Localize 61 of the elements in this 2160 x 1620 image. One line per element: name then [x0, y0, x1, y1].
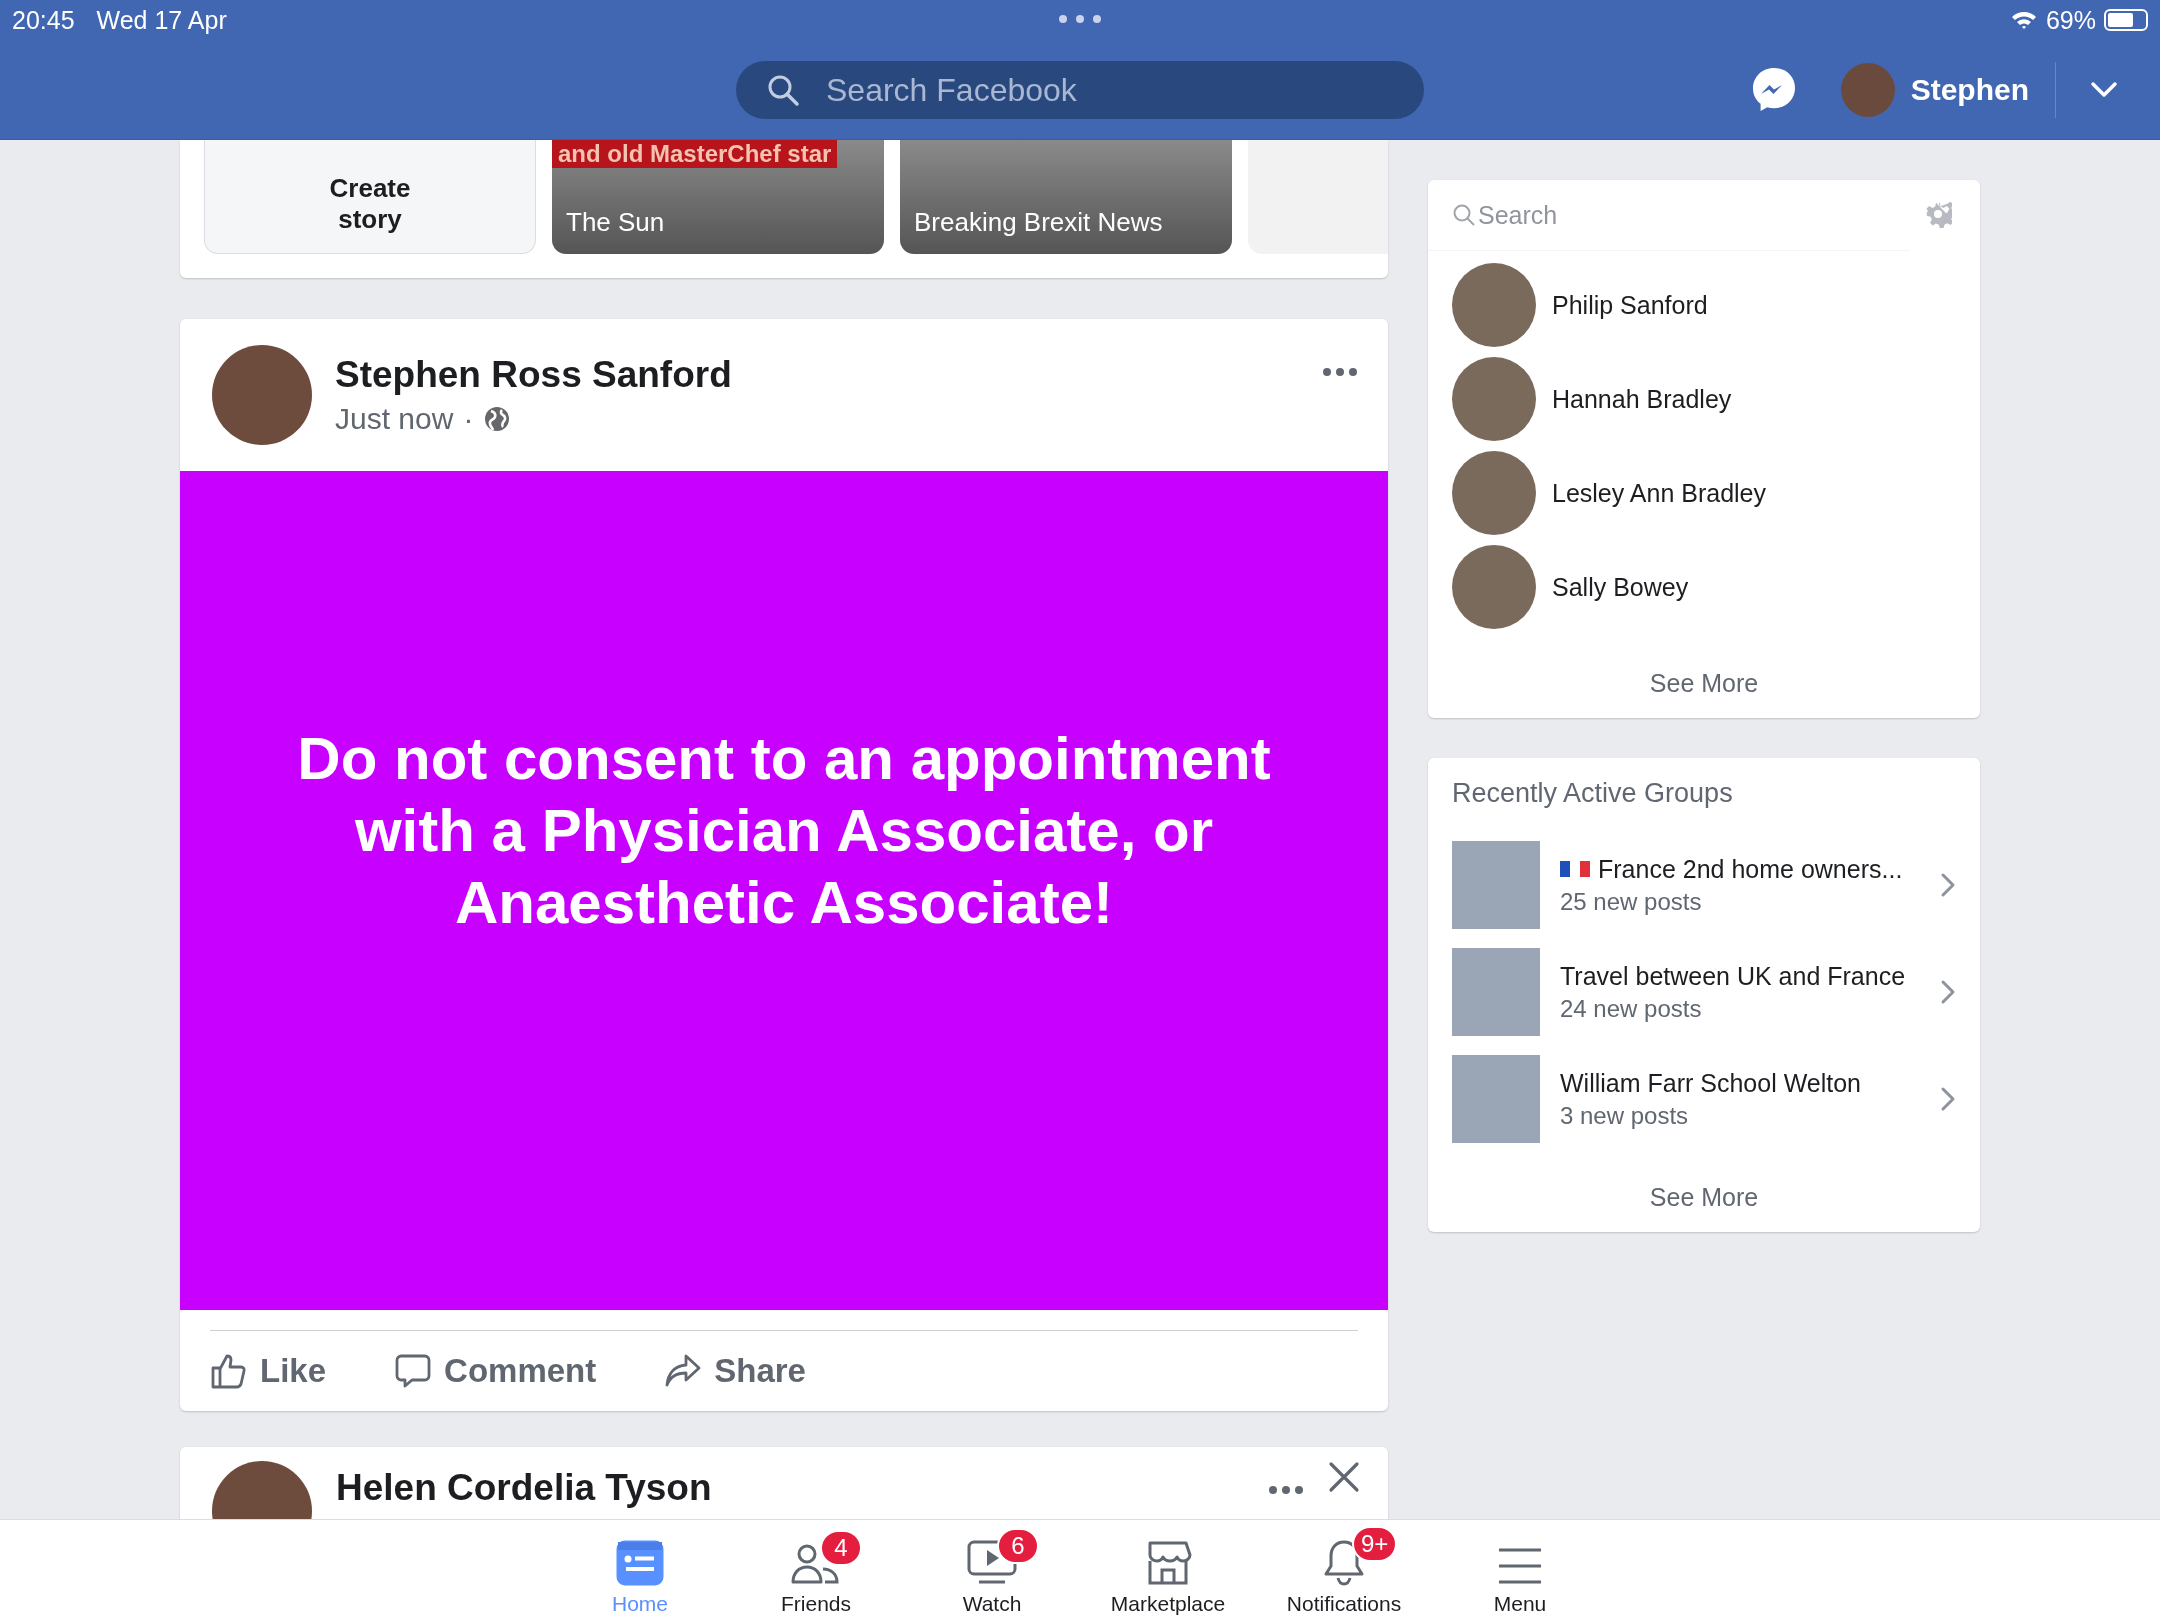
post-time: Just now	[335, 402, 454, 436]
flag-icon	[1560, 859, 1590, 879]
separator-dot: ·	[463, 402, 474, 436]
group-post-count: 25 new posts	[1560, 887, 1703, 916]
group-item[interactable]: Travel between UK and France 24 new posts	[1452, 948, 1956, 1036]
multitask-dots-icon	[1058, 14, 1102, 24]
globe-icon	[483, 405, 512, 433]
comment-button[interactable]: Comment	[394, 1352, 597, 1390]
search-field[interactable]: Search Facebook	[736, 61, 1424, 119]
story-tile[interactable]: and old MasterChef star The Sun	[552, 140, 884, 254]
contact-item[interactable]: Philip Sanford	[1452, 263, 1956, 347]
section-title: Recently Active Groups	[1451, 778, 1734, 809]
chevron-right-icon	[1940, 872, 1956, 898]
status-date: Wed 17 Apr	[96, 5, 227, 35]
search-icon	[1452, 203, 1476, 227]
friends-tab[interactable]: 4 Friends	[728, 1520, 904, 1620]
user-name[interactable]: Stephen	[1910, 73, 2029, 107]
story-caption: and old MasterChef star	[552, 140, 838, 168]
marketplace-tab[interactable]: Marketplace	[1080, 1520, 1256, 1620]
story-tile[interactable]	[1248, 140, 1388, 254]
story-title: The Sun	[566, 207, 666, 238]
author-name[interactable]: Helen Cordelia Tyson	[336, 1467, 712, 1509]
menu-icon	[1497, 1546, 1543, 1586]
create-story-tile[interactable]: Create story	[204, 140, 536, 254]
group-name: France 2nd home owners...	[1598, 854, 1903, 884]
group-name: Travel between UK and France	[1560, 961, 1906, 991]
chevron-down-icon[interactable]	[2090, 81, 2118, 99]
notification-count: 6	[997, 1528, 1039, 1564]
more-options-icon[interactable]	[1322, 367, 1358, 377]
status-time: 20:45	[12, 5, 75, 35]
battery-percentage: 69%	[2045, 5, 2096, 35]
chevron-right-icon	[1940, 1086, 1956, 1112]
see-more-link[interactable]: See More	[1428, 1175, 1980, 1212]
like-button[interactable]: Like	[210, 1352, 327, 1390]
thumbs-up-icon	[210, 1352, 248, 1390]
group-post-count: 3 new posts	[1560, 1101, 1690, 1130]
close-icon[interactable]	[1328, 1461, 1360, 1493]
group-post-count: 24 new posts	[1560, 994, 1703, 1023]
see-more-link[interactable]: See More	[1428, 661, 1980, 698]
group-name: William Farr School Welton	[1560, 1068, 1861, 1098]
menu-tab[interactable]: Menu	[1432, 1520, 1608, 1620]
more-options-icon[interactable]	[1268, 1485, 1304, 1495]
story-tile[interactable]: Breaking Brexit News	[900, 140, 1232, 254]
post-text: Do not consent to an appointment with a Physician Associate, or Anaesthetic Associate!	[296, 723, 1272, 938]
author-name[interactable]: Stephen Ross Sanford	[335, 354, 732, 396]
contact-item[interactable]: Lesley Ann Bradley	[1452, 451, 1956, 535]
news-feed-icon	[616, 1540, 664, 1586]
chevron-right-icon	[1940, 979, 1956, 1005]
group-item[interactable]: France 2nd home owners... 25 new posts	[1452, 841, 1956, 929]
notification-count: 4	[820, 1530, 862, 1566]
notification-count: 9+	[1352, 1526, 1398, 1562]
speech-bubble-icon	[394, 1352, 433, 1390]
watch-tab[interactable]: 6 Watch	[904, 1520, 1080, 1620]
contact-item[interactable]: Sally Bowey	[1452, 545, 1956, 629]
search-icon	[766, 73, 800, 107]
battery-icon	[2104, 9, 2148, 31]
group-item[interactable]: William Farr School Welton 3 new posts	[1452, 1055, 1956, 1143]
share-button[interactable]: Share	[664, 1352, 806, 1390]
notifications-tab[interactable]: 9+ Notifications	[1256, 1520, 1432, 1620]
contact-item[interactable]: Hannah Bradley	[1452, 357, 1956, 441]
story-title: Breaking Brexit News	[914, 207, 1164, 238]
